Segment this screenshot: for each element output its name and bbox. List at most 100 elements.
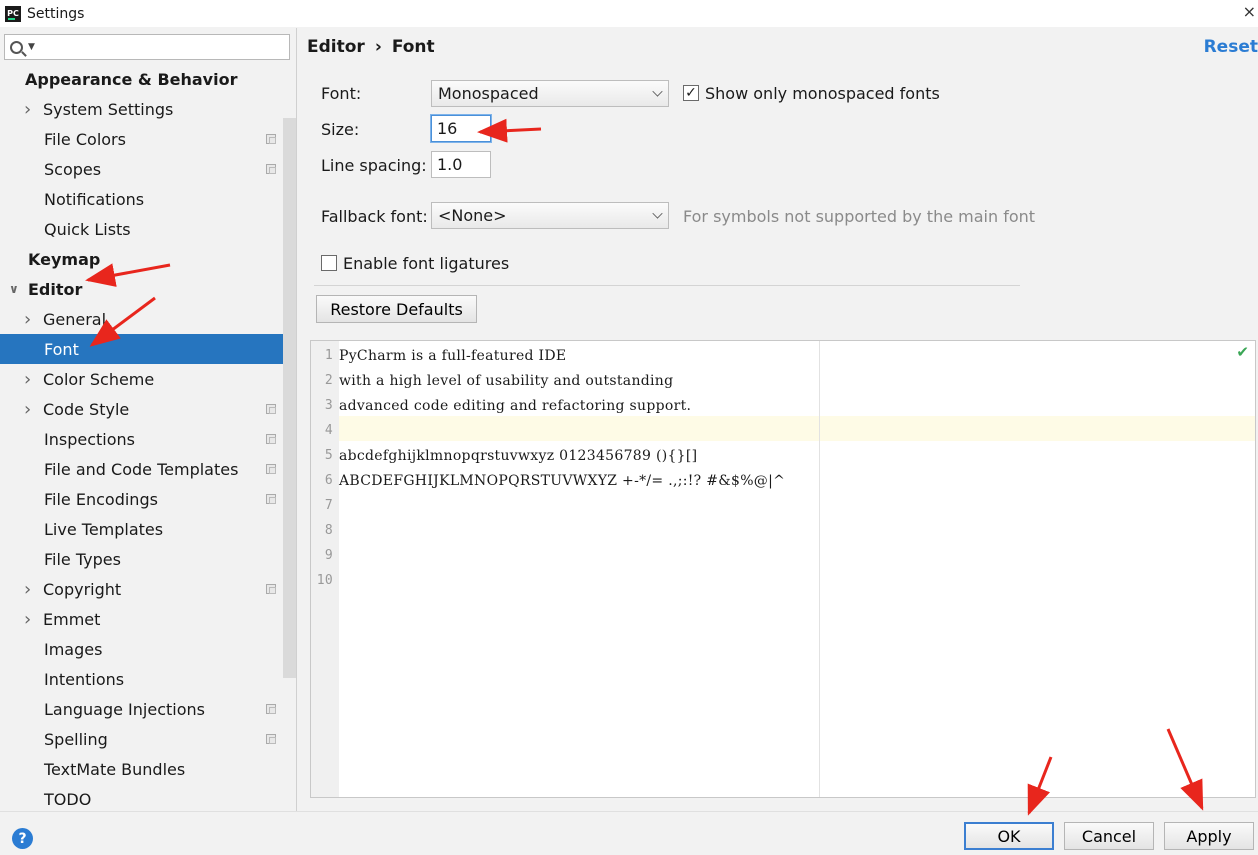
fallback-font-label: Fallback font: xyxy=(321,207,428,226)
sidebar-item-notifications[interactable]: Notifications xyxy=(0,184,283,214)
preview-code-text: PyCharm is a full-featured IDE xyxy=(339,347,567,364)
chevron-right-icon[interactable]: › xyxy=(24,309,31,330)
chevron-down-icon xyxy=(652,86,663,97)
sidebar-item-label: Images xyxy=(44,639,103,659)
size-label: Size: xyxy=(321,120,360,139)
project-scope-icon xyxy=(266,134,276,144)
chevron-right-icon[interactable]: › xyxy=(24,399,31,420)
line-number: 2 xyxy=(324,373,333,388)
font-settings-panel: Editor › Font Reset Font: Monospaced ✓ S… xyxy=(298,28,1258,811)
sidebar-item-system-settings[interactable]: › System Settings xyxy=(0,94,283,124)
sidebar-item-label: Intentions xyxy=(44,669,125,689)
font-preview-editor[interactable]: 1 PyCharm is a full-featured IDE 2 with a h… xyxy=(310,340,1256,798)
breadcrumb: Editor › Font xyxy=(307,37,435,57)
preview-line: 5 abcdefghijklmnopqrstuvwxyz 0123456789 (… xyxy=(311,443,1255,468)
sidebar-item-file-colors[interactable]: File Colors xyxy=(0,124,283,154)
sidebar-item-label: Copyright xyxy=(43,579,122,599)
sidebar-item-label: Color Scheme xyxy=(43,369,155,389)
sidebar-item-file-and-code-templates[interactable]: File and Code Templates xyxy=(0,454,283,484)
sidebar-item-quick-lists[interactable]: Quick Lists xyxy=(0,214,283,244)
dialog-footer: ? OK Cancel Apply xyxy=(0,811,1258,855)
show-monospaced-checkbox[interactable]: ✓ xyxy=(683,85,699,101)
sidebar-item-label: Scopes xyxy=(44,159,102,179)
project-scope-icon xyxy=(266,464,276,474)
breadcrumb-editor: Editor xyxy=(307,37,365,57)
line-spacing-label: Line spacing: xyxy=(321,156,427,175)
sidebar-item-label: Keymap xyxy=(28,249,101,269)
project-scope-icon xyxy=(266,734,276,744)
sidebar-item-scopes[interactable]: Scopes xyxy=(0,154,283,184)
sidebar-item-spelling[interactable]: Spelling xyxy=(0,724,283,754)
settings-tree: Appearance & Behavior › System Settings Fil… xyxy=(0,64,283,814)
ligatures-checkbox[interactable] xyxy=(321,255,337,271)
sidebar-item-font[interactable]: Font xyxy=(0,334,283,364)
project-scope-icon xyxy=(266,704,276,714)
reset-link[interactable]: Reset xyxy=(1204,37,1258,57)
ligatures-label: Enable font ligatures xyxy=(343,254,510,273)
sidebar-item-color-scheme[interactable]: › Color Scheme xyxy=(0,364,283,394)
project-scope-icon xyxy=(266,404,276,414)
sidebar-scrollbar[interactable] xyxy=(283,118,296,678)
chevron-right-icon[interactable]: › xyxy=(24,369,31,390)
sidebar-item-code-style[interactable]: › Code Style xyxy=(0,394,283,424)
divider xyxy=(314,285,1020,286)
line-number: 8 xyxy=(324,523,333,538)
preview-line: 1 PyCharm is a full-featured IDE xyxy=(311,343,1255,368)
preview-line: 10 xyxy=(311,568,1255,593)
line-number: 9 xyxy=(324,548,333,563)
fallback-font-select[interactable]: <None> xyxy=(431,202,669,229)
sidebar-item-label: Font xyxy=(44,339,79,359)
size-input[interactable]: 16 xyxy=(431,115,491,142)
sidebar-item-label: System Settings xyxy=(43,99,174,119)
line-number: 7 xyxy=(324,498,333,513)
chevron-down-icon[interactable]: ▼ xyxy=(28,42,35,52)
sidebar-item-file-types[interactable]: File Types xyxy=(0,544,283,574)
sidebar-item-label: File Types xyxy=(44,549,121,569)
preview-code-text: advanced code editing and refactoring su… xyxy=(339,397,692,414)
sidebar-item-language-injections[interactable]: Language Injections xyxy=(0,694,283,724)
font-select[interactable]: Monospaced xyxy=(431,80,669,107)
chevron-right-icon[interactable]: › xyxy=(24,609,31,630)
sidebar-item-copyright[interactable]: › Copyright xyxy=(0,574,283,604)
project-scope-icon xyxy=(266,434,276,444)
sidebar-item-textmate-bundles[interactable]: TextMate Bundles xyxy=(0,754,283,784)
chevron-right-icon[interactable]: › xyxy=(24,99,31,120)
apply-button[interactable]: Apply xyxy=(1164,822,1254,850)
ok-button[interactable]: OK xyxy=(964,822,1054,850)
sidebar-item-label: Quick Lists xyxy=(44,219,131,239)
fallback-font-value: <None> xyxy=(438,206,507,225)
project-scope-icon xyxy=(266,494,276,504)
preview-line: 8 xyxy=(311,518,1255,543)
close-icon[interactable]: × xyxy=(1243,2,1256,21)
chevron-down-icon[interactable]: ∨ xyxy=(9,282,19,296)
line-number: 3 xyxy=(324,398,333,413)
search-icon xyxy=(10,40,23,54)
pycharm-app-icon: PC xyxy=(5,5,21,22)
help-icon[interactable]: ? xyxy=(12,828,33,849)
line-spacing-input[interactable]: 1.0 xyxy=(431,151,491,178)
sidebar-item-keymap[interactable]: Keymap xyxy=(0,244,283,274)
sidebar-item-appearance-behavior[interactable]: Appearance & Behavior xyxy=(0,64,283,94)
settings-sidebar: ▼ Appearance & Behavior › System Settings F… xyxy=(0,28,297,811)
sidebar-item-intentions[interactable]: Intentions xyxy=(0,664,283,694)
cancel-button[interactable]: Cancel xyxy=(1064,822,1154,850)
sidebar-item-label: TextMate Bundles xyxy=(44,759,186,779)
sidebar-item-inspections[interactable]: Inspections xyxy=(0,424,283,454)
sidebar-item-label: Appearance & Behavior xyxy=(25,69,238,89)
sidebar-item-emmet[interactable]: › Emmet xyxy=(0,604,283,634)
sidebar-item-general[interactable]: › General xyxy=(0,304,283,334)
project-scope-icon xyxy=(266,584,276,594)
font-label: Font: xyxy=(321,84,362,103)
show-monospaced-label: Show only monospaced fonts xyxy=(705,84,940,103)
preview-line: 7 xyxy=(311,493,1255,518)
preview-code-text: ABCDEFGHIJKLMNOPQRSTUVWXYZ +-*/= .,;:!? … xyxy=(339,472,786,489)
restore-defaults-button[interactable]: Restore Defaults xyxy=(316,295,477,323)
preview-line: 4 xyxy=(311,418,1255,443)
sidebar-item-file-encodings[interactable]: File Encodings xyxy=(0,484,283,514)
sidebar-item-todo[interactable]: TODO xyxy=(0,784,283,814)
sidebar-item-images[interactable]: Images xyxy=(0,634,283,664)
sidebar-item-editor[interactable]: ∨ Editor xyxy=(0,274,283,304)
sidebar-item-live-templates[interactable]: Live Templates xyxy=(0,514,283,544)
chevron-right-icon[interactable]: › xyxy=(24,579,31,600)
settings-search-input[interactable]: ▼ xyxy=(4,34,290,60)
